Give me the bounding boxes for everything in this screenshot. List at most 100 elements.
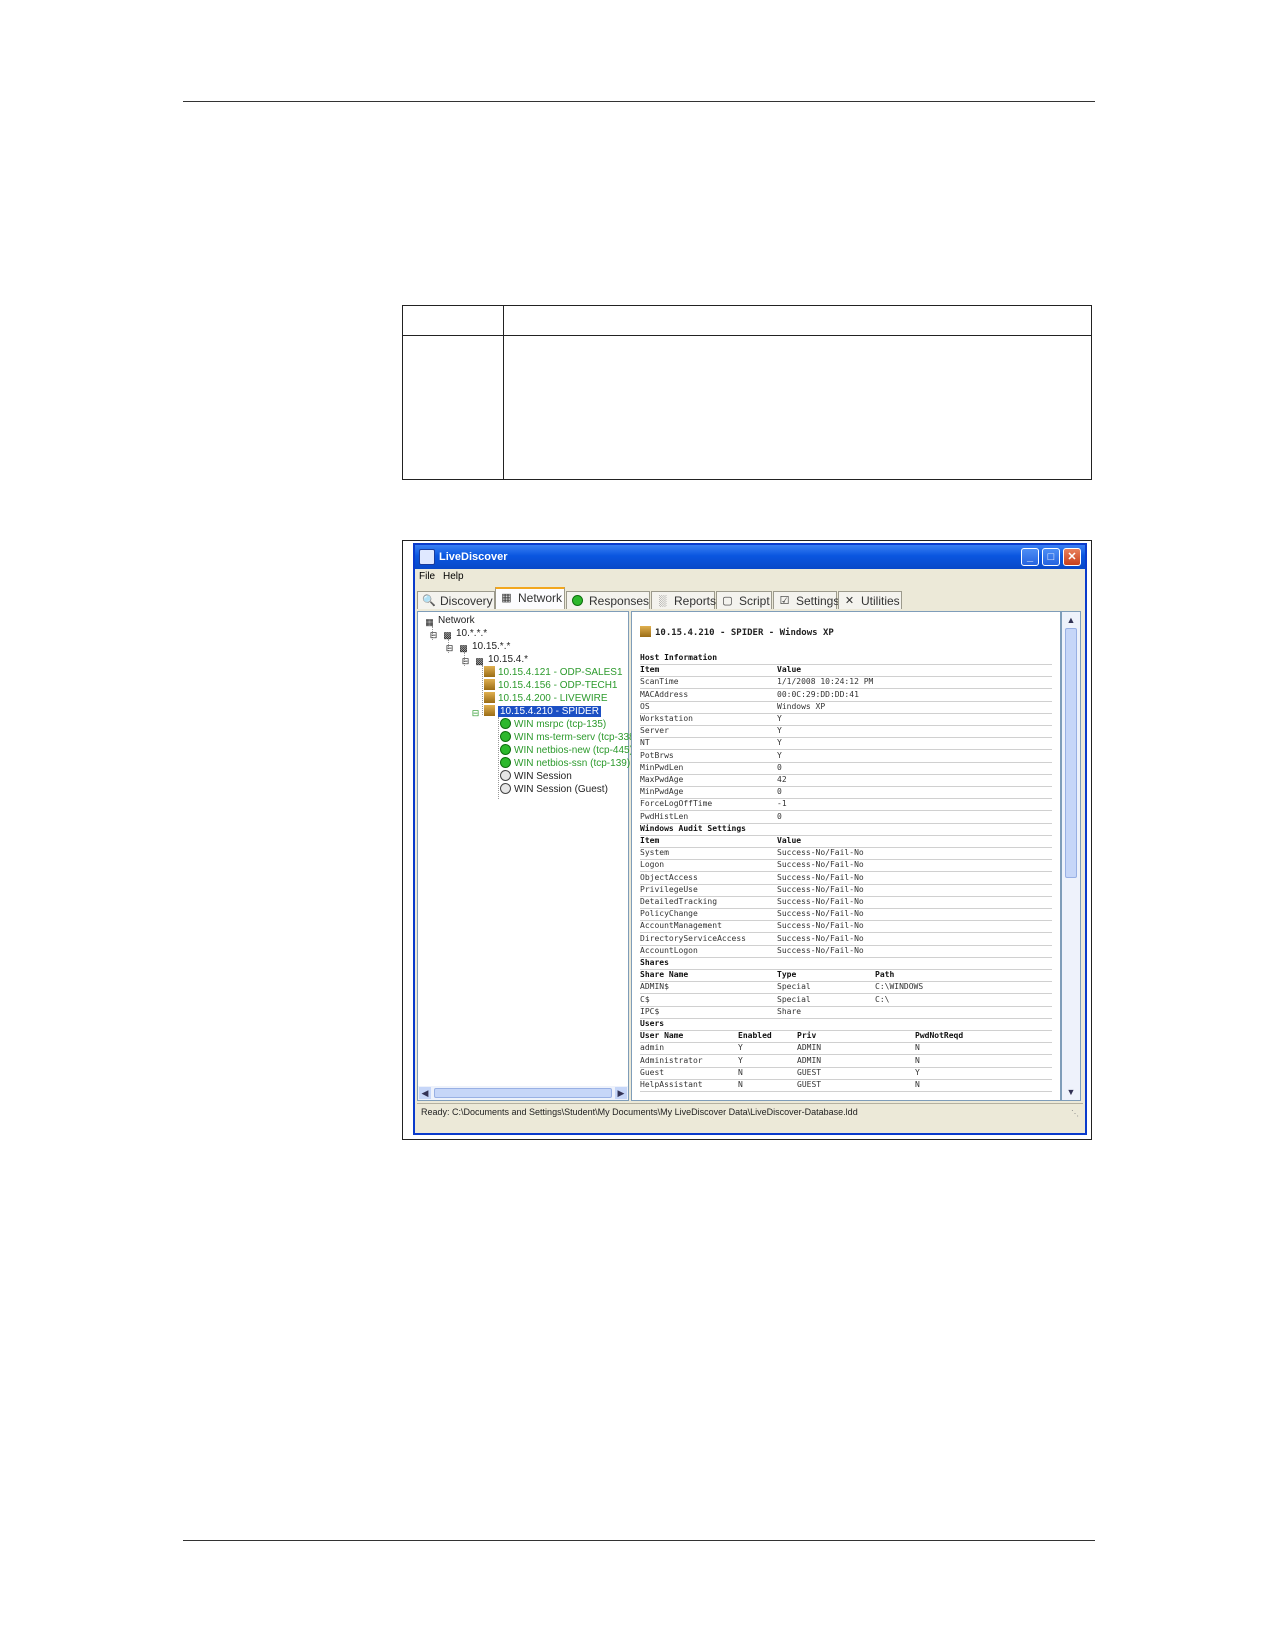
tab-reports[interactable]: ░ Reports — [651, 591, 716, 609]
tree-host-selected[interactable]: ⊟ 10.15.4.210 - SPIDER — [470, 705, 601, 718]
table-row: PrivilegeUse Success-No/Fail-No — [640, 884, 1052, 897]
table-row: AccountLogon Success-No/Fail-No — [640, 945, 1052, 958]
title-bar[interactable]: LiveDiscover _ □ ✕ — [415, 545, 1085, 569]
menu-help[interactable]: Help — [443, 571, 464, 582]
bar-chart-icon: ░ — [658, 595, 667, 607]
table-row: OS Windows XP — [640, 701, 1052, 714]
status-ok-icon — [500, 757, 511, 768]
table-row: ObjectAccess Success-No/Fail-No — [640, 872, 1052, 885]
scroll-left-icon[interactable]: ◀ — [419, 1087, 431, 1099]
table-row: MinPwdLen 0 — [640, 762, 1052, 775]
table-row: PotBrws Y — [640, 750, 1052, 763]
table-row: AccountManagement Success-No/Fail-No — [640, 920, 1052, 934]
checkbox-icon: ☑ — [779, 595, 790, 607]
status-ok-icon — [500, 718, 511, 729]
tab-responses[interactable]: Responses — [566, 591, 650, 609]
tab-utilities[interactable]: ✕ Utilities — [838, 591, 902, 609]
section-heading: Host Information — [640, 652, 1052, 665]
table-row: Workstation Y — [640, 713, 1052, 726]
header-rule — [183, 101, 1095, 102]
table-row: Logon Success-No/Fail-No — [640, 859, 1052, 873]
tree-service[interactable]: WIN netbios-ssn (tcp-139) — [500, 757, 630, 770]
magnifier-icon: 🔍 — [422, 595, 436, 607]
empty-table — [402, 305, 1092, 480]
menu-file[interactable]: File — [419, 571, 435, 582]
tree-host[interactable]: 10.15.4.121 - ODP-SALES1 — [484, 666, 623, 679]
table-row: IPC$ Share — [640, 1006, 1052, 1019]
table-row: Server Y — [640, 725, 1052, 739]
table-row: ScanTime 1/1/2008 10:24:12 PM — [640, 676, 1052, 690]
tree-host[interactable]: 10.15.4.200 - LIVEWIRE — [484, 692, 608, 705]
table-row: MinPwdAge 0 — [640, 786, 1052, 800]
footer-rule — [183, 1540, 1095, 1541]
screenshot-figure: LiveDiscover _ □ ✕ File Help 🔍 Discovery… — [402, 540, 1092, 1140]
tools-icon: ✕ — [844, 595, 855, 607]
computer-icon — [484, 679, 495, 690]
scroll-up-icon[interactable]: ▲ — [1065, 614, 1077, 626]
network-tree[interactable]: ▦ Network ⊟ ▩ 10.*.*.* ⊟ ▩ 10.15.*.* ⊟ ▩ 10.15.… — [417, 611, 640, 1101]
table-row: DetailedTracking Success-No/Fail-No — [640, 896, 1052, 909]
status-ok-icon — [500, 744, 511, 755]
tree-node-network[interactable]: ▦ Network — [424, 614, 474, 627]
livediscover-window: LiveDiscover _ □ ✕ File Help 🔍 Discovery… — [413, 543, 1087, 1135]
table-row: ADMIN$ Special C:\WINDOWS — [640, 981, 1052, 995]
section-heading: Users — [640, 1018, 1052, 1031]
green-circle-icon — [571, 595, 584, 607]
network-icon: ▦ — [501, 592, 512, 604]
horizontal-scrollbar[interactable]: ◀ ▶ — [418, 1086, 628, 1100]
column-header: User Name Enabled Priv PwdNotReqd — [640, 1030, 1052, 1044]
tab-discovery[interactable]: 🔍 Discovery — [417, 591, 495, 609]
column-header: Share Name Type Path — [640, 969, 1052, 983]
table-row: Guest N GUEST Y — [640, 1067, 1052, 1080]
status-text: Ready: C:\Documents and Settings\Student… — [421, 1107, 858, 1117]
table-row: PolicyChange Success-No/Fail-No — [640, 908, 1052, 922]
computer-icon — [484, 666, 495, 677]
column-header: Item Value — [640, 664, 1052, 678]
app-icon — [419, 549, 435, 565]
computer-icon — [640, 626, 651, 637]
tree-service[interactable]: WIN msrpc (tcp-135) — [500, 718, 606, 731]
table-column-divider — [503, 306, 504, 479]
table-row: ForceLogOffTime -1 — [640, 798, 1052, 812]
collapse-icon[interactable]: ⊟ — [460, 656, 471, 667]
scroll-thumb[interactable] — [1065, 628, 1077, 878]
tree-session[interactable]: WIN Session (Guest) — [500, 783, 608, 796]
tab-network[interactable]: ▦ Network — [495, 587, 565, 609]
section-heading: Windows Audit Settings — [640, 823, 1052, 836]
menu-bar: File Help — [415, 569, 1085, 585]
computer-icon — [484, 692, 495, 703]
table-row: Administrator Y ADMIN N — [640, 1055, 1052, 1068]
status-bar: Ready: C:\Documents and Settings\Student… — [417, 1103, 1083, 1120]
table-row: MaxPwdAge 42 — [640, 774, 1052, 787]
status-ok-icon — [500, 731, 511, 742]
vertical-scrollbar[interactable]: ▲ ▼ — [1061, 611, 1081, 1101]
maximize-button[interactable]: □ — [1042, 548, 1060, 566]
tab-script[interactable]: ▢ Script — [716, 591, 772, 609]
session-icon — [500, 770, 511, 781]
tree-service[interactable]: WIN netbios-new (tcp-445) — [500, 744, 633, 757]
tree-node-10-15[interactable]: ⊟ ▩ 10.15.*.* — [444, 640, 511, 654]
tree-host[interactable]: 10.15.4.156 - ODP-TECH1 — [484, 679, 618, 692]
resize-grip-icon[interactable]: ⋱ — [1071, 1106, 1081, 1118]
computer-icon — [484, 705, 495, 716]
scroll-down-icon[interactable]: ▼ — [1065, 1086, 1077, 1098]
tree-session[interactable]: WIN Session — [500, 770, 572, 783]
collapse-icon[interactable]: ⊟ — [470, 708, 481, 719]
scroll-right-icon[interactable]: ▶ — [615, 1087, 627, 1099]
session-icon — [500, 783, 511, 794]
tree-service[interactable]: WIN ms-term-serv (tcp-3389 — [500, 731, 640, 744]
tab-settings[interactable]: ☑ Settings — [773, 591, 839, 609]
minimize-button[interactable]: _ — [1021, 548, 1039, 566]
tab-bar: 🔍 Discovery ▦ Network Responses ░ Report… — [417, 587, 1083, 609]
close-button[interactable]: ✕ — [1063, 548, 1081, 566]
scroll-thumb[interactable] — [434, 1088, 612, 1098]
tree-node-10-15-4[interactable]: ⊟ ▩ 10.15.4.* — [460, 653, 528, 666]
tree-node-10[interactable]: ⊟ ▩ 10.*.*.* — [428, 627, 487, 640]
section-heading: Shares — [640, 957, 1052, 970]
table-row: HelpAssistant N GUEST N — [640, 1079, 1052, 1092]
table-row: admin Y ADMIN N — [640, 1042, 1052, 1056]
collapse-icon[interactable]: ⊟ — [428, 630, 439, 641]
host-title: 10.15.4.210 - SPIDER - Windows XP — [640, 626, 834, 638]
window-title: LiveDiscover — [439, 551, 508, 563]
collapse-icon[interactable]: ⊟ — [444, 643, 455, 654]
